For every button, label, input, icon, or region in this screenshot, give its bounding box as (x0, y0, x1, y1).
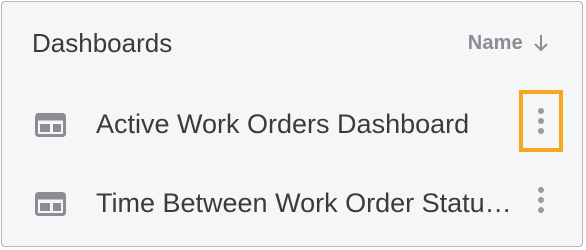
sort-label: Name (467, 31, 523, 54)
list-item[interactable]: Time Between Work Order Status Changes (2, 164, 582, 244)
list-item[interactable]: Active Work Orders Dashboard (2, 85, 582, 165)
dashboard-icon (35, 113, 66, 137)
arrow-down-icon (533, 34, 549, 52)
kebab-menu-icon[interactable] (519, 169, 563, 231)
panel-title: Dashboards (32, 28, 173, 58)
dashboards-panel: Dashboards Name Active Work Orders Dashb… (1, 1, 583, 247)
kebab-menu-icon[interactable] (519, 90, 563, 152)
sort-by-name-button[interactable]: Name (468, 28, 549, 58)
panel-header: Dashboards Name (2, 2, 582, 82)
dashboard-icon (35, 192, 66, 216)
dashboard-name: Time Between Work Order Status Changes (96, 188, 516, 218)
dashboard-name: Active Work Orders Dashboard (96, 109, 470, 139)
